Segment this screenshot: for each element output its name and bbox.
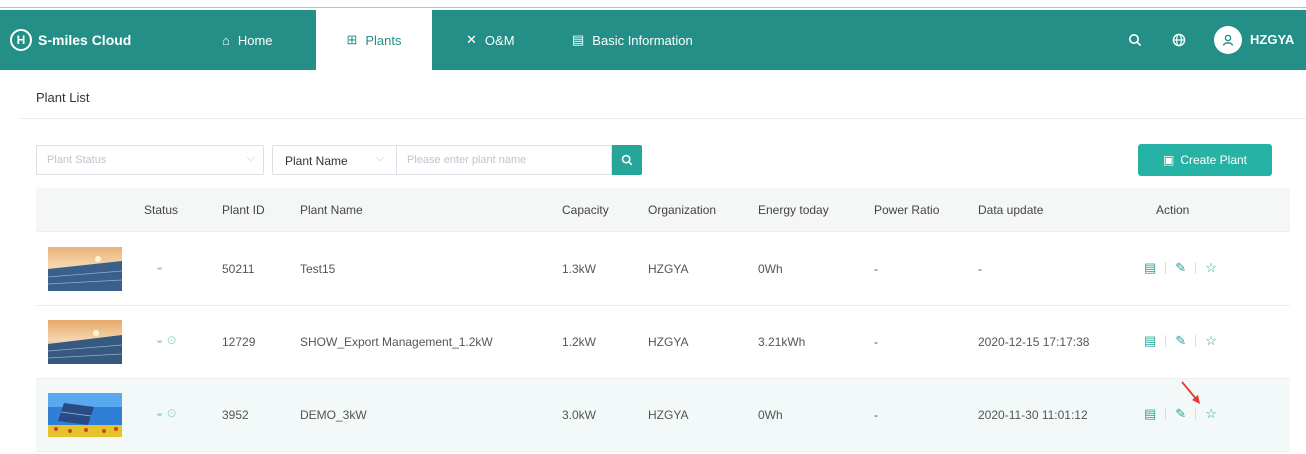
nav-item-home[interactable]: ⌂ Home — [222, 10, 302, 70]
status-offline-icon: ◒ — [156, 260, 164, 274]
column-header-data-update: Data update — [978, 203, 1044, 217]
wrench-icon[interactable]: ✎ — [1175, 406, 1186, 422]
row-actions: ▤ ✎ ☆ — [1144, 333, 1217, 349]
wrench-icon[interactable]: ✎ — [1175, 333, 1186, 349]
report-icon[interactable]: ▤ — [1144, 333, 1156, 349]
brand-name: S-miles Cloud — [38, 32, 132, 48]
page-title: Plant List — [36, 90, 90, 105]
plant-thumbnail[interactable] — [48, 247, 122, 291]
create-plant-button[interactable]: ▣ Create Plant — [1138, 144, 1272, 176]
column-header-energy-today: Energy today — [758, 203, 829, 217]
document-icon: ▤ — [572, 32, 585, 47]
nav-item-om[interactable]: ✕ O&M — [466, 10, 546, 70]
search-icon — [621, 154, 633, 166]
title-divider — [20, 118, 1306, 119]
search-field-select[interactable]: Plant Name ⌵ — [272, 145, 396, 175]
annotation-arrow-icon — [1181, 381, 1200, 404]
report-icon[interactable]: ▤ — [1144, 406, 1156, 422]
plant-name[interactable]: SHOW_Export Management_1.2kW — [300, 335, 493, 349]
capacity: 1.2kW — [562, 335, 597, 349]
row-actions: ▤ ✎ ☆ — [1144, 406, 1217, 422]
nav-item-plants[interactable]: ⊞ Plants — [316, 10, 432, 70]
star-icon[interactable]: ☆ — [1205, 406, 1217, 422]
column-header-power-ratio: Power Ratio — [874, 203, 940, 217]
main-content: Plant List Plant Status ⌵ Plant Name ⌵ ▣… — [20, 70, 1306, 454]
column-header-plant-id: Plant ID — [222, 203, 265, 217]
star-icon[interactable]: ☆ — [1205, 260, 1217, 276]
create-plant-icon: ▣ — [1162, 153, 1175, 167]
organization: HZGYA — [648, 408, 689, 422]
column-header-plant-name: Plant Name — [300, 203, 363, 217]
search-field-value: Plant Name — [285, 154, 348, 168]
plants-icon: ⊞ — [346, 32, 358, 47]
plant-id: 12729 — [222, 335, 256, 349]
avatar[interactable] — [1214, 26, 1242, 54]
column-header-organization: Organization — [648, 203, 717, 217]
table-row[interactable]: ◒ ⊙ 12729 SHOW_Export Management_1.2kW 1… — [36, 306, 1290, 379]
top-navbar: H S-miles Cloud ⌂ Home ⊞ Plants ✕ O&M ▤ … — [0, 10, 1306, 70]
user-icon — [1222, 34, 1234, 46]
status-online-icon: ◒ ⊙ — [156, 406, 177, 420]
data-update: 2020-12-15 17:17:38 — [978, 335, 1090, 349]
search-icon[interactable] — [1128, 10, 1142, 70]
column-header-capacity: Capacity — [562, 203, 609, 217]
nav-item-label: Plants — [365, 32, 402, 48]
table-row[interactable]: ◒ 50211 Test15 1.3kW HZGYA 0Wh - - ▤ ✎ ☆ — [36, 233, 1290, 306]
search-button[interactable] — [612, 145, 642, 175]
capacity: 1.3kW — [562, 262, 597, 276]
column-header-status: Status — [144, 203, 179, 217]
username[interactable]: HZGYA — [1250, 32, 1294, 47]
status-online-icon: ◒ ⊙ — [156, 333, 177, 347]
plant-name[interactable]: DEMO_3kW — [300, 408, 367, 422]
tools-icon: ✕ — [466, 32, 477, 47]
nav-item-basic-information[interactable]: ▤ Basic Information — [572, 10, 732, 70]
create-plant-label: Create Plant — [1180, 153, 1248, 167]
column-header-action: Action — [1156, 203, 1190, 217]
energy-today: 3.21kWh — [758, 335, 806, 349]
wrench-icon[interactable]: ✎ — [1175, 260, 1186, 276]
report-icon[interactable]: ▤ — [1144, 260, 1156, 276]
power-ratio: - — [874, 408, 878, 422]
home-icon: ⌂ — [222, 32, 230, 48]
table-row[interactable]: ◒ ⊙ 3952 DEMO_3kW 3.0kW HZGYA 0Wh - 2020… — [36, 379, 1290, 452]
nav-item-label: Home — [237, 32, 273, 48]
plant-status-placeholder: Plant Status — [47, 154, 107, 166]
plant-status-select[interactable]: Plant Status ⌵ — [36, 145, 264, 175]
table-header: Status Plant ID Plant Name Capacity Orga… — [36, 188, 1290, 232]
data-update: 2020-11-30 11:01:12 — [978, 408, 1088, 422]
brand-mark: H — [10, 29, 32, 51]
window-top-edge — [0, 0, 1306, 8]
plant-id: 50211 — [222, 262, 255, 276]
organization: HZGYA — [648, 335, 689, 349]
energy-today: 0Wh — [758, 262, 783, 276]
nav-item-label: Basic Information — [592, 32, 693, 48]
data-update: - — [978, 262, 982, 276]
nav-item-label: O&M — [484, 32, 515, 48]
plant-list-card: Plant List Plant Status ⌵ Plant Name ⌵ ▣… — [20, 70, 1306, 454]
power-ratio: - — [874, 335, 878, 349]
plant-name-search-input[interactable] — [396, 145, 612, 175]
brand-logo[interactable]: H S-miles Cloud — [10, 27, 131, 53]
energy-today: 0Wh — [758, 408, 783, 422]
capacity: 3.0kW — [562, 408, 597, 422]
star-icon[interactable]: ☆ — [1205, 333, 1217, 349]
chevron-down-icon: ⌵ — [246, 152, 255, 164]
plant-thumbnail[interactable] — [48, 393, 122, 437]
globe-icon[interactable] — [1172, 10, 1186, 70]
chevron-down-icon: ⌵ — [375, 152, 384, 164]
plant-name[interactable]: Test15 — [300, 262, 335, 276]
row-actions: ▤ ✎ ☆ — [1144, 260, 1217, 276]
power-ratio: - — [874, 262, 878, 276]
plant-id: 3952 — [222, 408, 249, 422]
plant-thumbnail[interactable] — [48, 320, 122, 364]
organization: HZGYA — [648, 262, 689, 276]
